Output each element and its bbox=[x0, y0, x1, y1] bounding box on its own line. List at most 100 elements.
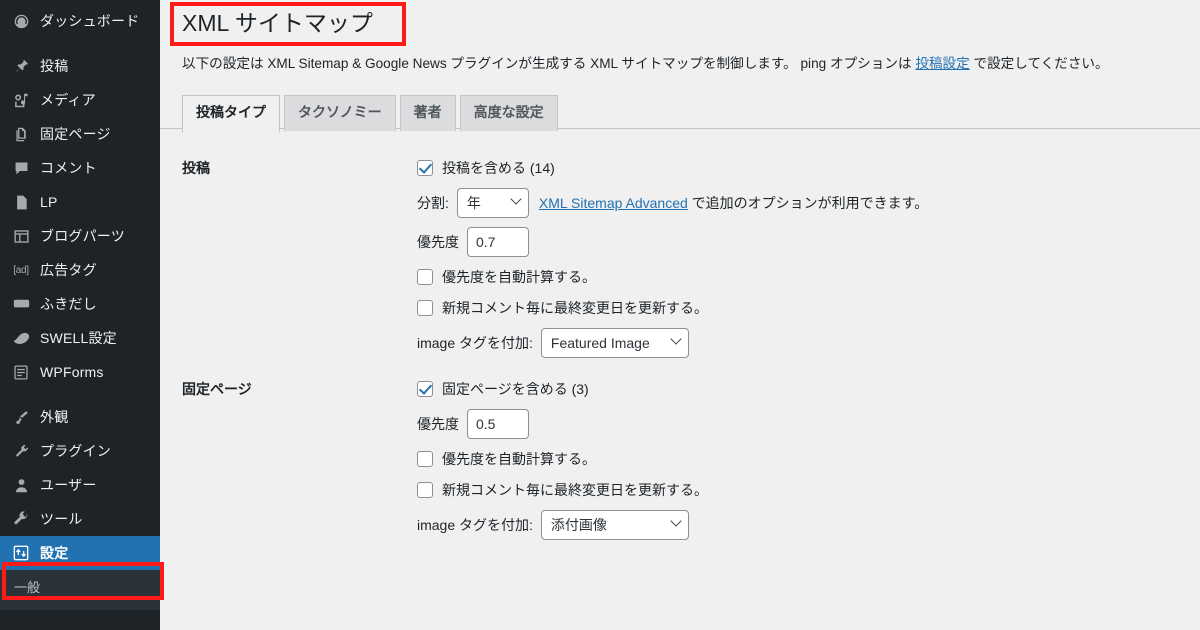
media-icon bbox=[10, 90, 32, 110]
sidebar-item-label: ツール bbox=[40, 511, 83, 527]
tab-taxonomies[interactable]: タクソノミー bbox=[284, 95, 396, 131]
auto-priority-label-posts: 優先度を自動計算する。 bbox=[442, 269, 596, 286]
sidebar-item-label: 固定ページ bbox=[40, 126, 111, 142]
tab-authors[interactable]: 著者 bbox=[399, 95, 456, 131]
update-lastmod-checkbox-posts[interactable] bbox=[417, 300, 433, 317]
auto-priority-checkbox-pages[interactable] bbox=[417, 451, 433, 468]
sidebar-item-label: メディア bbox=[40, 92, 96, 108]
sidebar-separator bbox=[0, 389, 160, 400]
sidebar-item-settings[interactable]: 設定 bbox=[0, 536, 160, 570]
dashboard-icon bbox=[10, 11, 32, 31]
split-select[interactable]: 年 bbox=[456, 188, 529, 219]
post-settings-link[interactable]: 投稿設定 bbox=[915, 56, 969, 71]
sidebar-item-label: 外観 bbox=[40, 409, 69, 425]
settings-form-table: 投稿 投稿を含める (14) 分割: 年 XML Sitemap Advance… bbox=[182, 143, 1180, 546]
image-tag-select-posts[interactable]: Featured Image bbox=[540, 328, 689, 359]
sidebar-item-appearance[interactable]: 外観 bbox=[0, 400, 160, 434]
description-text-part2: で設定してください。 bbox=[969, 55, 1109, 71]
tab-post-types[interactable]: 投稿タイプ bbox=[182, 95, 280, 133]
settings-icon bbox=[10, 543, 32, 563]
comment-icon bbox=[10, 158, 32, 178]
image-tag-label-pages: image タグを付加: bbox=[417, 517, 533, 534]
brush-icon bbox=[10, 407, 32, 427]
section-heading-posts: 投稿 bbox=[182, 160, 210, 177]
image-tag-row-posts: image タグを付加: Featured Image bbox=[417, 328, 1170, 359]
sidebar-item-pages[interactable]: 固定ページ bbox=[0, 117, 160, 151]
sidebar-item-label: ユーザー bbox=[40, 477, 97, 493]
swell-icon bbox=[10, 328, 32, 348]
sidebar-item-label: ブログパーツ bbox=[40, 228, 125, 244]
pages-icon bbox=[10, 124, 32, 144]
chevron-down-icon bbox=[510, 193, 522, 205]
submenu-item-general[interactable]: 一般 bbox=[0, 574, 160, 602]
tab-bar: 投稿タイプ タクソノミー 著者 高度な設定 bbox=[160, 95, 1200, 133]
sidebar-item-posts[interactable]: 投稿 bbox=[0, 49, 160, 83]
auto-priority-label-pages: 優先度を自動計算する。 bbox=[442, 451, 596, 468]
sidebar-item-wpforms[interactable]: WPForms bbox=[0, 355, 160, 389]
priority-row-posts: 優先度 bbox=[417, 227, 1170, 258]
update-lastmod-row-posts[interactable]: 新規コメント毎に最終変更日を更新する。 bbox=[417, 297, 1170, 319]
image-tag-value-posts: Featured Image bbox=[550, 335, 650, 352]
admin-sidebar: ダッシュボード 投稿 メディア 固定ページ コメント LP ブログパーツ [ad… bbox=[0, 0, 160, 630]
section-fields-pages: 固定ページを含める (3) 優先度 優先度を自動計算する。 bbox=[407, 364, 1180, 546]
sidebar-item-label: SWELL設定 bbox=[40, 330, 117, 346]
update-lastmod-row-pages[interactable]: 新規コメント毎に最終変更日を更新する。 bbox=[417, 479, 1170, 501]
page-description: 以下の設定は XML Sitemap & Google News プラグインが生… bbox=[182, 43, 1180, 74]
section-heading-pages: 固定ページ bbox=[182, 381, 252, 398]
priority-input-posts[interactable] bbox=[467, 227, 529, 258]
sidebar-item-blog-parts[interactable]: ブログパーツ bbox=[0, 219, 160, 253]
sidebar-item-comments[interactable]: コメント bbox=[0, 151, 160, 185]
sidebar-item-balloon[interactable]: ふきだし bbox=[0, 287, 160, 321]
description-text-part1: 以下の設定は XML Sitemap & Google News プラグインが生… bbox=[182, 55, 916, 71]
page-title: XML サイトマップ bbox=[182, 10, 373, 36]
image-tag-select-pages[interactable]: 添付画像 bbox=[540, 510, 689, 541]
image-tag-label-posts: image タグを付加: bbox=[417, 335, 533, 352]
xml-sitemap-advanced-link[interactable]: XML Sitemap Advanced bbox=[539, 195, 688, 211]
include-posts-checkbox[interactable] bbox=[417, 160, 433, 177]
advanced-note-text: で追加のオプションが利用できます。 bbox=[687, 195, 929, 212]
sidebar-item-users[interactable]: ユーザー bbox=[0, 468, 160, 502]
sidebar-item-swell-settings[interactable]: SWELL設定 bbox=[0, 321, 160, 355]
include-posts-row[interactable]: 投稿を含める (14) bbox=[417, 157, 1170, 179]
balloon-icon bbox=[10, 294, 32, 314]
pin-icon bbox=[10, 56, 32, 76]
user-icon bbox=[10, 475, 32, 495]
auto-priority-row-posts[interactable]: 優先度を自動計算する。 bbox=[417, 266, 1170, 288]
sidebar-item-dashboard[interactable]: ダッシュボード bbox=[0, 4, 160, 38]
sidebar-item-ad-tag[interactable]: [ad] 広告タグ bbox=[0, 253, 160, 287]
section-pages: 固定ページ 固定ページを含める (3) 優先度 0.5 優先度を自動計算する。 … bbox=[182, 364, 1180, 546]
priority-input-pages[interactable] bbox=[467, 409, 529, 440]
priority-label-pages: 優先度 bbox=[417, 416, 459, 433]
sidebar-item-lp[interactable]: LP bbox=[0, 185, 160, 219]
section-fields-posts: 投稿を含める (14) 分割: 年 XML Sitemap Advanced で… bbox=[407, 143, 1180, 364]
include-pages-label: 固定ページを含める (3) bbox=[442, 381, 589, 398]
auto-priority-row-pages[interactable]: 優先度を自動計算する。 bbox=[417, 448, 1170, 470]
priority-row-pages: 優先度 bbox=[417, 409, 1170, 440]
page-icon bbox=[10, 192, 32, 212]
include-pages-row[interactable]: 固定ページを含める (3) bbox=[417, 378, 1170, 400]
sidebar-item-media[interactable]: メディア bbox=[0, 83, 160, 117]
include-posts-label: 投稿を含める (14) bbox=[442, 160, 555, 177]
sidebar-item-tools[interactable]: ツール bbox=[0, 502, 160, 536]
update-lastmod-label-posts: 新規コメント毎に最終変更日を更新する。 bbox=[442, 300, 708, 317]
sidebar-item-label: 投稿 bbox=[40, 58, 69, 74]
ad-icon: [ad] bbox=[13, 264, 29, 276]
sidebar-item-label: プラグイン bbox=[40, 443, 111, 459]
sidebar-item-label: WPForms bbox=[40, 364, 104, 380]
include-pages-checkbox[interactable] bbox=[417, 381, 433, 398]
tab-advanced[interactable]: 高度な設定 bbox=[459, 95, 558, 131]
auto-priority-checkbox-posts[interactable] bbox=[417, 269, 433, 286]
image-tag-row-pages: image タグを付加: 添付画像 bbox=[417, 510, 1170, 541]
sidebar-item-label: コメント bbox=[40, 160, 97, 176]
chevron-down-icon bbox=[670, 333, 682, 345]
sidebar-item-label: ダッシュボード bbox=[40, 13, 140, 29]
page-wrap: XML サイトマップ 以下の設定は XML Sitemap & Google N… bbox=[160, 0, 1200, 546]
forms-icon bbox=[10, 362, 32, 382]
sidebar-item-label: 広告タグ bbox=[40, 262, 97, 278]
admin-content-area: XML サイトマップ 以下の設定は XML Sitemap & Google N… bbox=[160, 0, 1200, 630]
update-lastmod-checkbox-pages[interactable] bbox=[417, 482, 433, 499]
update-lastmod-label-pages: 新規コメント毎に最終変更日を更新する。 bbox=[442, 482, 708, 499]
sidebar-item-label: LP bbox=[40, 194, 58, 210]
sidebar-item-plugins[interactable]: プラグイン bbox=[0, 434, 160, 468]
split-select-value: 年 bbox=[466, 195, 481, 212]
